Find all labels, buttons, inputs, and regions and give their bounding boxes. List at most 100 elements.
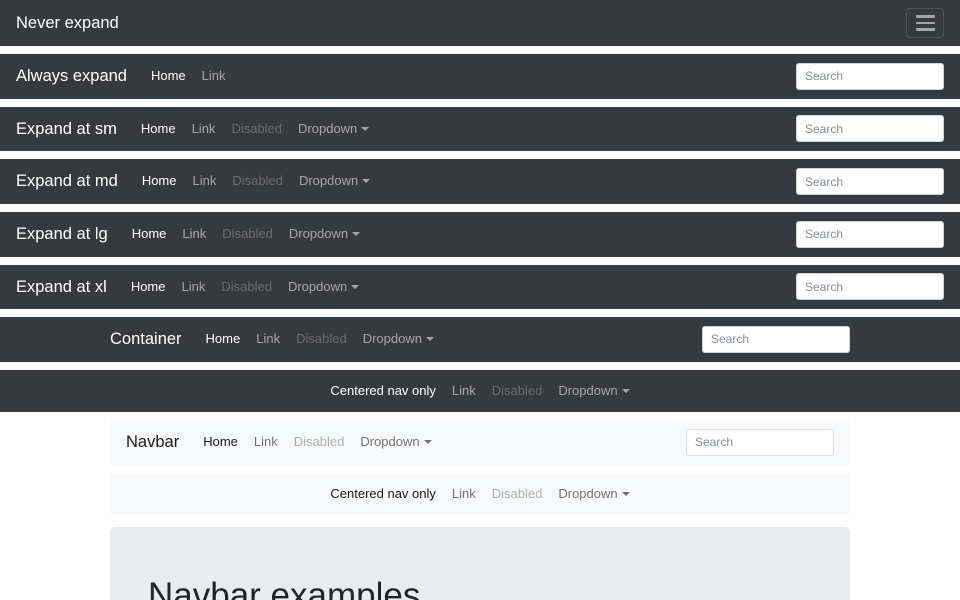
nav-link-label: Home bbox=[142, 173, 177, 188]
nav-link-link[interactable]: Link bbox=[194, 63, 234, 89]
navbar-spacer bbox=[0, 99, 960, 107]
search-input[interactable] bbox=[796, 63, 944, 90]
navbar-spacer bbox=[0, 204, 960, 212]
nav-link-link[interactable]: Link bbox=[246, 429, 286, 455]
nav-link-link[interactable]: Link bbox=[184, 116, 224, 142]
nav-link-dropdown[interactable]: Dropdown bbox=[281, 221, 368, 247]
nav-link-link[interactable]: Link bbox=[174, 221, 214, 247]
nav-link-home[interactable]: Home bbox=[134, 168, 185, 194]
nav-link-label: Home bbox=[132, 226, 167, 241]
search-input[interactable] bbox=[796, 115, 944, 142]
chevron-down-icon bbox=[361, 127, 369, 131]
nav-link-label: Link bbox=[202, 68, 226, 83]
chevron-down-icon bbox=[351, 285, 359, 289]
navbar-stack: Never expandAlways expandHomeLinkExpand … bbox=[0, 0, 960, 515]
navbar-centered-nav-light-inner: Centered nav only Link Disabled Dropdown bbox=[126, 481, 834, 507]
nav-links-expand-at-sm: Home Link Disabled Dropdown bbox=[133, 116, 377, 142]
nav-link-label: Home bbox=[141, 121, 176, 136]
nav-link-label: Link bbox=[256, 331, 280, 346]
nav-link-dropdown[interactable]: Dropdown bbox=[291, 168, 378, 194]
nav-link-label: Home bbox=[203, 434, 238, 449]
navbar-expand-at-lg: Expand at lgHomeLinkDisabledDropdown bbox=[0, 212, 960, 257]
nav-link-label: Disabled bbox=[231, 121, 282, 136]
nav-link-home[interactable]: Home bbox=[124, 221, 175, 247]
nav-link-label: Dropdown bbox=[298, 121, 357, 136]
nav-link-label: Dropdown bbox=[299, 173, 358, 188]
nav-links-expand-at-xl: Home Link Disabled Dropdown bbox=[123, 274, 367, 300]
nav-link-dropdown[interactable]: Dropdown bbox=[355, 326, 442, 352]
nav-link-dropdown[interactable]: Dropdown bbox=[352, 429, 439, 455]
navbar-brand-expand-at-xl[interactable]: Expand at xl bbox=[16, 273, 107, 302]
nav-link-dropdown[interactable]: Dropdown bbox=[290, 116, 377, 142]
navbar-centered-nav-light: Centered nav only Link Disabled Dropdown bbox=[110, 473, 850, 515]
nav-link-label: Dropdown bbox=[289, 226, 348, 241]
nav-link-disabled: Disabled bbox=[224, 168, 291, 194]
navbar-brand-never-expand[interactable]: Never expand bbox=[16, 9, 119, 38]
page-title: Navbar examples bbox=[148, 575, 812, 600]
nav-link-label: Disabled bbox=[294, 434, 345, 449]
nav-links-expand-at-md: Home Link Disabled Dropdown bbox=[134, 168, 378, 194]
nav-link-label: Dropdown bbox=[558, 486, 617, 501]
nav-link-link[interactable]: Link bbox=[444, 378, 484, 404]
chevron-down-icon bbox=[622, 389, 630, 393]
navbar-brand-container[interactable]: Container bbox=[110, 325, 182, 354]
navbar-brand-expand-at-lg[interactable]: Expand at lg bbox=[16, 220, 108, 249]
navbar-spacer bbox=[0, 151, 960, 159]
nav-link-dropdown[interactable]: Dropdown bbox=[550, 378, 637, 404]
nav-link-link[interactable]: Link bbox=[444, 481, 484, 507]
nav-link-disabled: Disabled bbox=[484, 481, 551, 507]
chevron-down-icon bbox=[352, 232, 360, 236]
navbar-navbar-light-inner: Navbar Home Link Disabled Dropdown bbox=[126, 428, 834, 457]
nav-link-link[interactable]: Link bbox=[248, 326, 288, 352]
nav-link-label: Link bbox=[193, 173, 217, 188]
search-input[interactable] bbox=[796, 221, 944, 248]
navbar-navbar-light-wrapper: Navbar Home Link Disabled Dropdown bbox=[0, 420, 960, 465]
nav-link-label: Link bbox=[182, 279, 206, 294]
navbar-expand-at-md-wrapper: Expand at md Home Link Disabled Dropdown bbox=[0, 159, 960, 204]
nav-link-label: Disabled bbox=[492, 486, 543, 501]
navbar-always-expand-wrapper: Always expand Home Link bbox=[0, 54, 960, 99]
nav-link-dropdown[interactable]: Dropdown bbox=[280, 274, 367, 300]
nav-links-always-expand: Home Link bbox=[143, 63, 234, 89]
nav-link-link[interactable]: Link bbox=[185, 168, 225, 194]
navbar-expand-at-xl: Expand at xl Home Link Disabled Dropdown bbox=[0, 265, 960, 310]
nav-link-label: Disabled bbox=[221, 279, 272, 294]
nav-link-centered-nav-only[interactable]: Centered nav only bbox=[322, 378, 444, 404]
navbar-toggler-hamburger-icon[interactable] bbox=[906, 8, 944, 38]
navbar-spacer bbox=[0, 362, 960, 370]
nav-link-home[interactable]: Home bbox=[123, 274, 174, 300]
search-input[interactable] bbox=[796, 273, 944, 300]
navbar-always-expand: Always expand Home Link bbox=[0, 54, 960, 99]
nav-links-centered-nav-dark: Centered nav onlyLinkDisabledDropdown bbox=[322, 378, 637, 404]
nav-link-label: Link bbox=[452, 486, 476, 501]
nav-link-home[interactable]: Home bbox=[133, 116, 184, 142]
search-form-expand-at-xl bbox=[796, 273, 944, 300]
navbar-spacer bbox=[0, 309, 960, 317]
search-input[interactable] bbox=[796, 168, 944, 195]
nav-link-centered-nav-only[interactable]: Centered nav only bbox=[322, 481, 444, 507]
navbar-never-expand: Never expand bbox=[0, 0, 960, 46]
nav-link-home[interactable]: Home bbox=[195, 429, 246, 455]
jumbotron-wrapper: Navbar examples This example is a quick … bbox=[110, 527, 850, 600]
nav-link-disabled: Disabled bbox=[288, 326, 355, 352]
search-form-container bbox=[702, 326, 850, 353]
nav-link-label: Link bbox=[182, 226, 206, 241]
navbar-brand-expand-at-md[interactable]: Expand at md bbox=[16, 167, 118, 196]
nav-link-home[interactable]: Home bbox=[143, 63, 194, 89]
jumbotron-content: Navbar examples This example is a quick … bbox=[110, 575, 850, 600]
navbar-spacer bbox=[0, 465, 960, 473]
nav-link-home[interactable]: Home bbox=[198, 326, 249, 352]
navbar-expand-at-lg-inner: Expand at lgHomeLinkDisabledDropdown bbox=[16, 220, 944, 249]
navbar-brand-expand-at-sm[interactable]: Expand at sm bbox=[16, 115, 117, 144]
chevron-down-icon bbox=[426, 337, 434, 341]
nav-link-link[interactable]: Link bbox=[174, 274, 214, 300]
hamburger-bar bbox=[916, 28, 935, 31]
navbar-examples-page: Never expandAlways expandHomeLinkExpand … bbox=[0, 0, 960, 600]
navbar-brand-navbar-light[interactable]: Navbar bbox=[126, 428, 179, 457]
navbar-brand-always-expand[interactable]: Always expand bbox=[16, 62, 127, 91]
search-input[interactable] bbox=[686, 429, 834, 456]
nav-link-dropdown[interactable]: Dropdown bbox=[550, 481, 637, 507]
search-input[interactable] bbox=[702, 326, 850, 353]
navbar-centered-nav-light-wrapper: Centered nav only Link Disabled Dropdown bbox=[0, 473, 960, 515]
nav-link-label: Dropdown bbox=[558, 383, 617, 398]
